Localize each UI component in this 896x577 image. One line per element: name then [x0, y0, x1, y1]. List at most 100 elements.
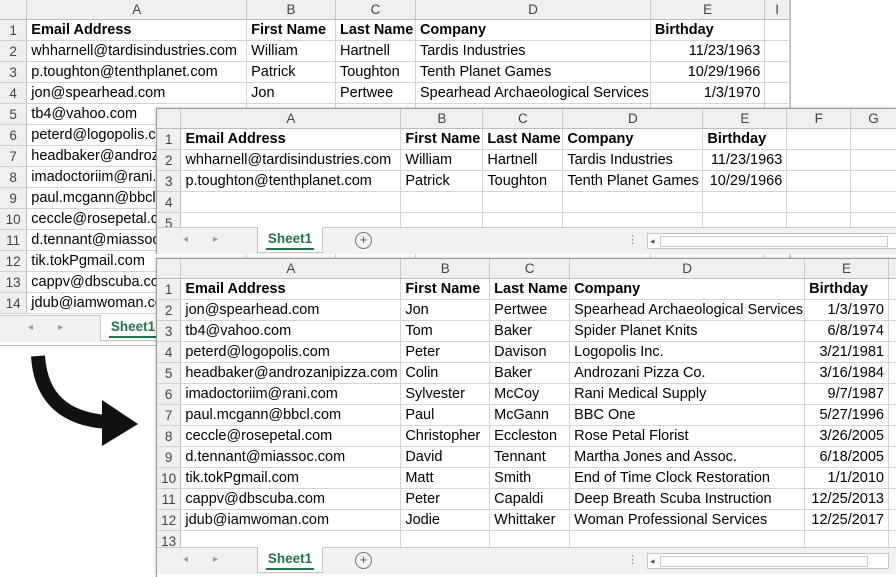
cell[interactable]: Patrick: [401, 171, 483, 192]
cell[interactable]: p.toughton@tenthplanet.com: [27, 62, 247, 83]
select-all-corner[interactable]: [157, 109, 181, 129]
cell[interactable]: Jodie: [401, 510, 490, 531]
cell[interactable]: [787, 171, 851, 192]
cell[interactable]: David: [401, 447, 490, 468]
cell[interactable]: 1/3/1970: [650, 83, 764, 104]
row-header[interactable]: 5: [157, 363, 181, 384]
cell[interactable]: Email Address: [27, 20, 247, 41]
cell[interactable]: Jon: [247, 83, 336, 104]
row-header[interactable]: 3: [157, 171, 181, 192]
cell[interactable]: [889, 279, 896, 300]
cell[interactable]: Birthday: [650, 20, 764, 41]
column-header[interactable]: [889, 259, 896, 279]
cell[interactable]: Logopolis Inc.: [570, 342, 805, 363]
cell[interactable]: [889, 342, 896, 363]
column-header[interactable]: A: [27, 0, 247, 20]
cell[interactable]: Company: [570, 279, 805, 300]
next-sheet-arrow-icon[interactable]: ▸: [213, 554, 218, 565]
select-all-corner[interactable]: [157, 259, 181, 279]
cell[interactable]: Baker: [490, 321, 570, 342]
cell[interactable]: cappv@dbscuba.com: [181, 489, 401, 510]
cell[interactable]: Whittaker: [490, 510, 570, 531]
row-header[interactable]: 11: [157, 489, 181, 510]
cell[interactable]: 11/23/1963: [703, 150, 787, 171]
cell[interactable]: [889, 384, 896, 405]
cell[interactable]: [765, 20, 790, 41]
cell[interactable]: Patrick: [247, 62, 336, 83]
cell[interactable]: jdub@iamwoman.com: [181, 510, 401, 531]
column-header[interactable]: B: [401, 109, 483, 129]
row-header[interactable]: 4: [157, 342, 181, 363]
cell[interactable]: p.toughton@tenthplanet.com: [181, 171, 401, 192]
tab-sheet1[interactable]: Sheet1: [257, 547, 323, 573]
add-sheet-button[interactable]: +: [355, 232, 372, 249]
cell[interactable]: [181, 192, 401, 213]
cell[interactable]: Capaldi: [490, 489, 570, 510]
cell[interactable]: Smith: [490, 468, 570, 489]
cell[interactable]: Jon: [401, 300, 490, 321]
cell[interactable]: 5/27/1996: [805, 405, 889, 426]
row-header[interactable]: 13: [0, 272, 27, 293]
cell[interactable]: Christopher: [401, 426, 490, 447]
add-sheet-button[interactable]: +: [355, 552, 372, 569]
row-header[interactable]: 7: [157, 405, 181, 426]
cell[interactable]: jon@spearhead.com: [181, 300, 401, 321]
cell[interactable]: [765, 62, 790, 83]
row-header[interactable]: 5: [0, 104, 27, 125]
cell[interactable]: [889, 321, 896, 342]
column-header[interactable]: D: [563, 109, 703, 129]
cell[interactable]: [889, 510, 896, 531]
cell[interactable]: Hartnell: [335, 41, 415, 62]
row-header[interactable]: 1: [0, 20, 27, 41]
column-header[interactable]: C: [335, 0, 415, 20]
cell[interactable]: whharnell@tardisindustries.com: [27, 41, 247, 62]
cell[interactable]: Davison: [490, 342, 570, 363]
prev-sheet-arrow-icon[interactable]: ◂: [183, 554, 188, 565]
next-sheet-arrow-icon[interactable]: ▸: [213, 234, 218, 245]
cell[interactable]: 3/16/1984: [805, 363, 889, 384]
prev-sheet-arrow-icon[interactable]: ◂: [183, 234, 188, 245]
column-header[interactable]: F: [787, 109, 851, 129]
horizontal-scrollbar[interactable]: ◂: [647, 553, 889, 569]
cell[interactable]: Birthday: [703, 129, 787, 150]
cell[interactable]: [401, 192, 483, 213]
row-header[interactable]: 4: [157, 192, 181, 213]
column-header[interactable]: C: [483, 109, 563, 129]
cell[interactable]: First Name: [401, 279, 490, 300]
cell[interactable]: Paul: [401, 405, 490, 426]
cell[interactable]: [851, 129, 896, 150]
cell[interactable]: Birthday: [805, 279, 889, 300]
cell[interactable]: Pertwee: [490, 300, 570, 321]
cell[interactable]: [851, 150, 896, 171]
column-header[interactable]: C: [490, 259, 570, 279]
cell[interactable]: peterd@logopolis.com: [181, 342, 401, 363]
cell[interactable]: Last Name: [490, 279, 570, 300]
cell[interactable]: [563, 192, 703, 213]
cell[interactable]: Peter: [401, 489, 490, 510]
cell[interactable]: Toughton: [483, 171, 563, 192]
scroll-left-icon[interactable]: ◂: [650, 234, 655, 248]
tab-split-handle-icon[interactable]: ⋮: [627, 233, 637, 246]
row-header[interactable]: 6: [157, 384, 181, 405]
cell[interactable]: First Name: [401, 129, 483, 150]
cell[interactable]: 10/29/1966: [703, 171, 787, 192]
cell[interactable]: Rose Petal Florist: [570, 426, 805, 447]
row-header[interactable]: 6: [0, 125, 27, 146]
cell[interactable]: Company: [415, 20, 650, 41]
cell[interactable]: Peter: [401, 342, 490, 363]
cell[interactable]: Tardis Industries: [563, 150, 703, 171]
cell[interactable]: Toughton: [335, 62, 415, 83]
column-header[interactable]: A: [181, 259, 401, 279]
prev-sheet-arrow-icon[interactable]: ◂: [28, 322, 33, 333]
cell[interactable]: End of Time Clock Restoration: [570, 468, 805, 489]
cell[interactable]: McGann: [490, 405, 570, 426]
cell[interactable]: whharnell@tardisindustries.com: [181, 150, 401, 171]
row-header[interactable]: 9: [157, 447, 181, 468]
row-header[interactable]: 3: [0, 62, 27, 83]
cell[interactable]: 1/3/1970: [805, 300, 889, 321]
cell[interactable]: Email Address: [181, 279, 401, 300]
cell[interactable]: [703, 192, 787, 213]
cell[interactable]: imadoctoriim@rani.com: [181, 384, 401, 405]
cell[interactable]: [889, 489, 896, 510]
cell[interactable]: Pertwee: [335, 83, 415, 104]
